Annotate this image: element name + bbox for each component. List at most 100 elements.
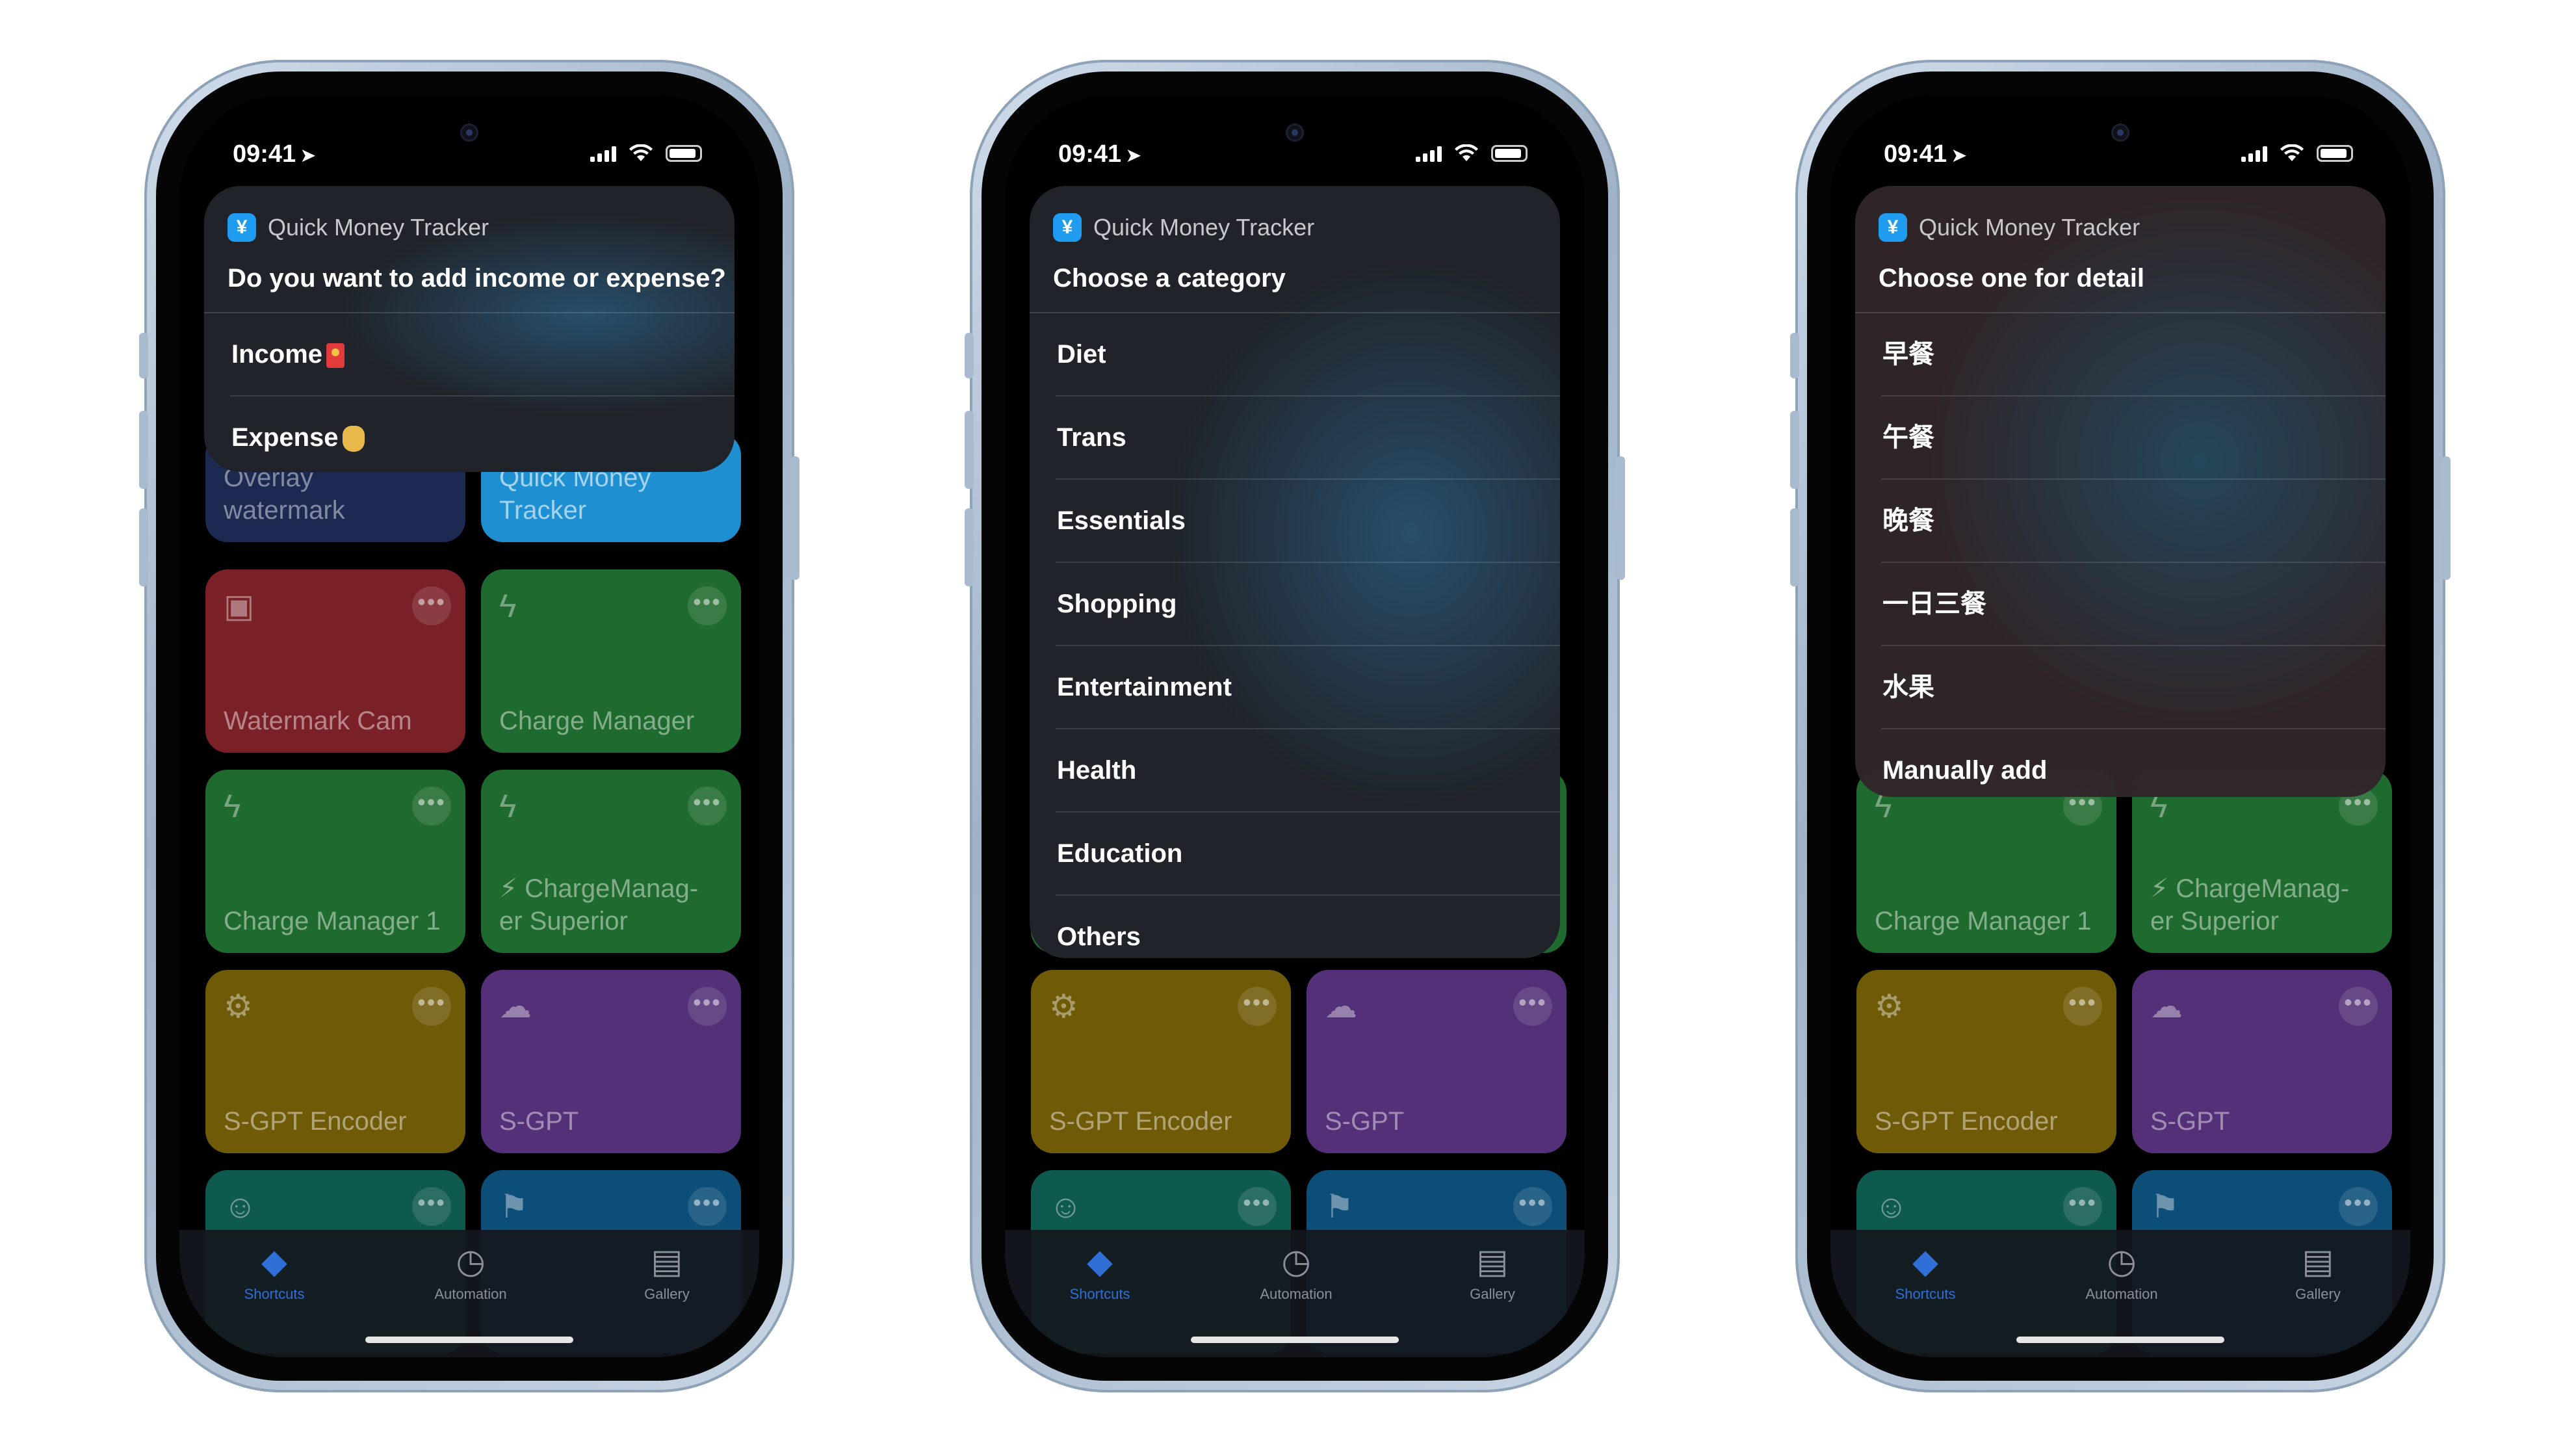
tab-gallery[interactable]: ▤ Gallery bbox=[602, 1242, 732, 1303]
more-icon[interactable]: ••• bbox=[688, 787, 727, 826]
option-entertainment[interactable]: Entertainment bbox=[1056, 645, 1560, 728]
running-icon: ⚑ bbox=[2150, 1188, 2179, 1225]
tab-automation[interactable]: ◷ Automation bbox=[2057, 1242, 2187, 1303]
shortcut-tile-sgpt[interactable]: ☁ ••• S-GPT bbox=[481, 970, 741, 1153]
tab-shortcuts[interactable]: ◆ Shortcuts bbox=[1035, 1242, 1165, 1303]
home-indicator[interactable] bbox=[1191, 1337, 1399, 1343]
clock: 09:41 bbox=[233, 140, 296, 168]
home-indicator[interactable] bbox=[365, 1337, 573, 1343]
option-expense[interactable]: Expense bbox=[230, 395, 735, 472]
battery-icon bbox=[1491, 145, 1528, 162]
volume-up-button bbox=[139, 411, 148, 489]
shortcut-tile-watermark-cam[interactable]: ▣ ••• Watermark Cam bbox=[205, 569, 465, 753]
gallery-icon: ▤ bbox=[1476, 1243, 1509, 1281]
option-education[interactable]: Education bbox=[1056, 811, 1560, 894]
power-button bbox=[1616, 456, 1625, 580]
bolt-icon: ϟ bbox=[224, 788, 241, 824]
option-shopping[interactable]: Shopping bbox=[1056, 562, 1560, 645]
tile-label: S-GPT Encoder bbox=[224, 1107, 407, 1136]
photos-icon: ▣ bbox=[224, 588, 255, 624]
shortcut-tile-sgpt[interactable]: ☁ ••• S-GPT bbox=[1307, 970, 1567, 1153]
option-essentials[interactable]: Essentials bbox=[1056, 478, 1560, 562]
shortcut-tile-chargemanager-superior[interactable]: ϟ ••• ⚡ ChargeManag-er Superior bbox=[2132, 770, 2392, 953]
shortcut-tile-sgpt-encoder[interactable]: ⚙ ••• S-GPT Encoder bbox=[205, 970, 465, 1153]
cellular-signal-icon bbox=[590, 145, 616, 162]
more-icon[interactable]: ••• bbox=[688, 987, 727, 1026]
tile-label: S-GPT bbox=[1325, 1107, 1405, 1136]
volume-down-button bbox=[139, 508, 148, 586]
option-health[interactable]: Health bbox=[1056, 728, 1560, 811]
tile-label: S-GPT Encoder bbox=[1049, 1107, 1232, 1136]
status-bar: 09:41 ➤ bbox=[1830, 140, 2410, 179]
app-name: Quick Money Tracker bbox=[1093, 214, 1315, 241]
volume-up-button bbox=[965, 411, 974, 489]
tab-gallery[interactable]: ▤ Gallery bbox=[2253, 1242, 2383, 1303]
more-icon[interactable]: ••• bbox=[2063, 987, 2102, 1026]
option-fruit[interactable]: 水果 bbox=[1881, 645, 2386, 728]
tile-label: Charge Manager 1 bbox=[1875, 907, 2092, 935]
mute-switch bbox=[139, 333, 148, 378]
more-icon[interactable]: ••• bbox=[412, 787, 451, 826]
more-icon[interactable]: ••• bbox=[2339, 1187, 2378, 1226]
option-trans[interactable]: Trans bbox=[1056, 395, 1560, 478]
more-icon[interactable]: ••• bbox=[688, 586, 727, 625]
option-dinner[interactable]: 晚餐 bbox=[1881, 478, 2386, 562]
front-camera bbox=[1286, 124, 1304, 142]
wifi-icon bbox=[1455, 144, 1478, 161]
shortcut-tile-chargemanager-superior[interactable]: ϟ ••• ⚡ ChargeManag-er Superior bbox=[481, 770, 741, 953]
tile-label: S-GPT bbox=[499, 1107, 579, 1136]
app-icon: ¥ bbox=[228, 213, 256, 242]
option-manually-add[interactable]: Manually add bbox=[1881, 728, 2386, 797]
more-icon[interactable]: ••• bbox=[412, 1187, 451, 1226]
option-breakfast[interactable]: 早餐 bbox=[1855, 312, 2386, 395]
tab-automation[interactable]: ◷ Automation bbox=[1231, 1242, 1361, 1303]
home-indicator[interactable] bbox=[2016, 1337, 2224, 1343]
cellular-signal-icon bbox=[2241, 145, 2267, 162]
battery-icon bbox=[666, 145, 702, 162]
location-arrow-icon: ➤ bbox=[1125, 145, 1142, 166]
more-icon[interactable]: ••• bbox=[2063, 1187, 2102, 1226]
more-icon[interactable]: ••• bbox=[688, 1187, 727, 1226]
more-icon[interactable]: ••• bbox=[1513, 1187, 1552, 1226]
shortcut-tile-sgpt[interactable]: ☁ ••• S-GPT bbox=[2132, 970, 2392, 1153]
more-icon[interactable]: ••• bbox=[412, 987, 451, 1026]
location-arrow-icon: ➤ bbox=[1951, 145, 1968, 166]
tab-bar: ◆ Shortcuts ◷ Automation ▤ Gallery bbox=[1005, 1230, 1585, 1357]
gear-icon: ⚙ bbox=[1049, 988, 1078, 1025]
app-name: Quick Money Tracker bbox=[1919, 214, 2140, 241]
tab-shortcuts[interactable]: ◆ Shortcuts bbox=[1860, 1242, 1990, 1303]
shortcut-tile-charge-manager-1[interactable]: ϟ ••• Charge Manager 1 bbox=[1856, 770, 2116, 953]
tab-bar: ◆ Shortcuts ◷ Automation ▤ Gallery bbox=[1830, 1230, 2410, 1357]
tile-label: ⚡ ChargeManag-er Superior bbox=[499, 874, 699, 935]
more-icon[interactable]: ••• bbox=[2339, 987, 2378, 1026]
tile-label: S-GPT Encoder bbox=[1875, 1107, 2058, 1136]
option-three-meals[interactable]: 一日三餐 bbox=[1881, 562, 2386, 645]
option-income[interactable]: Income bbox=[204, 312, 735, 395]
running-icon: ⚑ bbox=[1325, 1188, 1354, 1225]
status-bar: 09:41 ➤ bbox=[1005, 140, 1585, 179]
shortcut-tile-charge-manager-1[interactable]: ϟ ••• Charge Manager 1 bbox=[205, 770, 465, 953]
screen: 09:41 ➤ Overlay watermark Quick Money Tra… bbox=[179, 95, 759, 1357]
running-icon: ⚑ bbox=[499, 1188, 528, 1225]
shortcut-tile-sgpt-encoder[interactable]: ⚙ ••• S-GPT Encoder bbox=[1856, 970, 2116, 1153]
tile-label: ⚡ ChargeManag-er Superior bbox=[2150, 874, 2350, 935]
option-diet[interactable]: Diet bbox=[1030, 312, 1560, 395]
shortcut-tile-sgpt-encoder[interactable]: ⚙ ••• S-GPT Encoder bbox=[1031, 970, 1291, 1153]
more-icon[interactable]: ••• bbox=[1238, 1187, 1277, 1226]
more-icon[interactable]: ••• bbox=[1238, 987, 1277, 1026]
stack-icon: ◆ bbox=[1087, 1243, 1113, 1281]
option-others[interactable]: Others bbox=[1056, 894, 1560, 958]
head-icon: ☺ bbox=[1875, 1188, 1908, 1225]
gallery-icon: ▤ bbox=[651, 1243, 683, 1281]
tab-shortcuts[interactable]: ◆ Shortcuts bbox=[209, 1242, 339, 1303]
more-icon[interactable]: ••• bbox=[412, 586, 451, 625]
volume-up-button bbox=[1790, 411, 1799, 489]
tab-automation[interactable]: ◷ Automation bbox=[406, 1242, 536, 1303]
shortcut-tile-charge-manager[interactable]: ϟ ••• Charge Manager bbox=[481, 569, 741, 753]
option-lunch[interactable]: 午餐 bbox=[1881, 395, 2386, 478]
more-icon[interactable]: ••• bbox=[1513, 987, 1552, 1026]
phone-1: 09:41 ➤ Overlay watermark Quick Money Tra… bbox=[139, 60, 800, 1392]
app-icon: ¥ bbox=[1053, 213, 1082, 242]
gear-icon: ⚙ bbox=[224, 988, 253, 1025]
tab-gallery[interactable]: ▤ Gallery bbox=[1427, 1242, 1557, 1303]
